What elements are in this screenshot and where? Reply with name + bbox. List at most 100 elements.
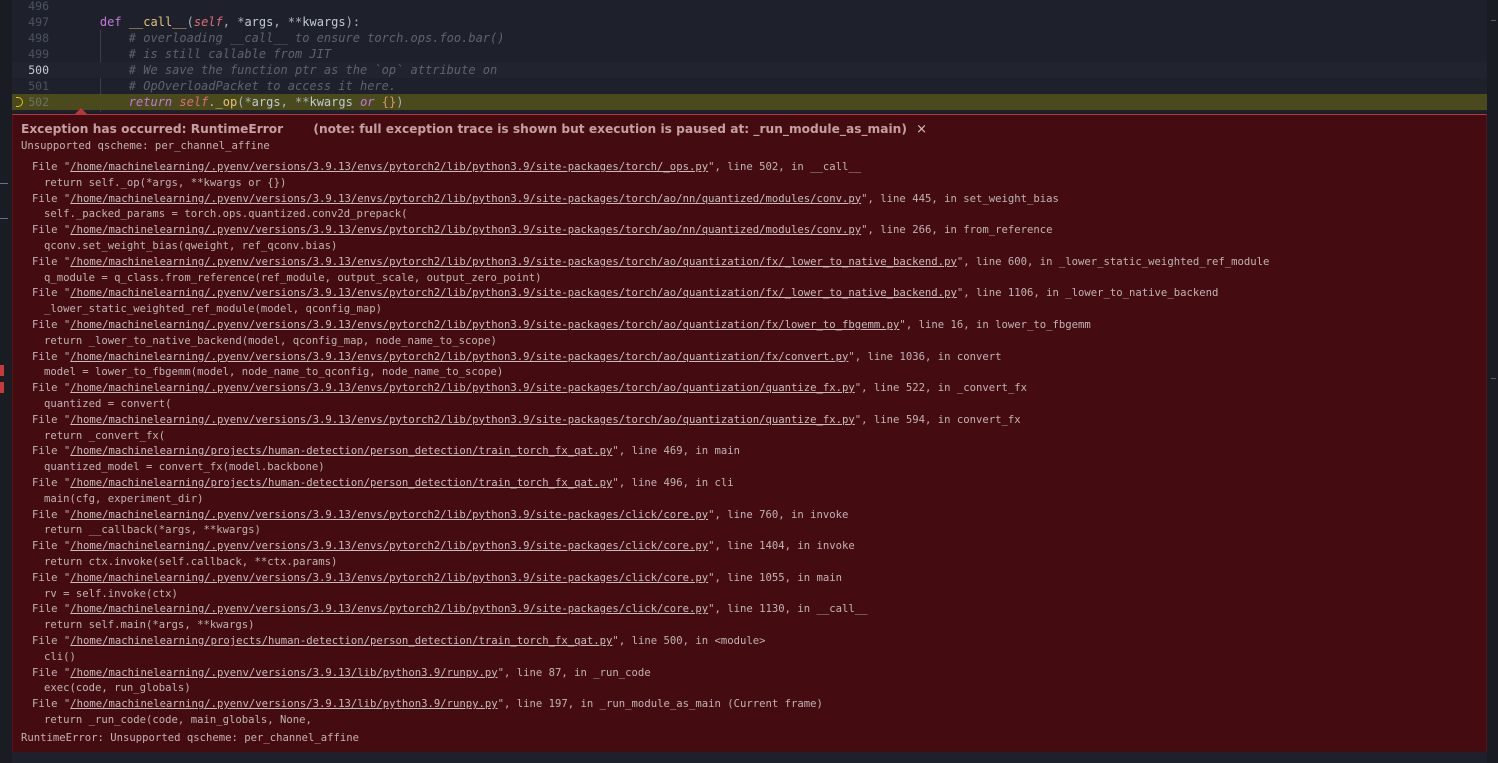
trace-prefix: File "	[32, 318, 71, 331]
code-line[interactable]: 496	[12, 0, 1487, 14]
code-token: # OpOverloadPacket to access it here.	[71, 79, 397, 93]
activity-bar-edge	[0, 0, 12, 763]
trace-prefix: File "	[32, 255, 71, 268]
trace-file-link[interactable]: /home/machinelearning/.pyenv/versions/3.…	[70, 540, 708, 552]
trace-file-link[interactable]: /home/machinelearning/projects/human-det…	[70, 445, 612, 457]
trace-code-line: rv = self.invoke(ctx)	[44, 587, 178, 600]
trace-frame-header: File "/home/machinelearning/.pyenv/versi…	[32, 539, 1269, 555]
trace-file-link[interactable]: /home/machinelearning/projects/human-det…	[70, 635, 612, 647]
trace-prefix: File "	[32, 413, 71, 426]
trace-location: , line 197, in _run_module_as_main (Curr…	[504, 698, 823, 711]
trace-frame-header: File "/home/machinelearning/.pyenv/versi…	[32, 318, 1269, 334]
trace-code-line: cli()	[44, 650, 76, 663]
exception-note: (note: full exception trace is shown but…	[313, 122, 907, 136]
trace-location: , line 469, in main	[618, 445, 740, 458]
code-line[interactable]: 501 # OpOverloadPacket to access it here…	[12, 78, 1487, 94]
code-token: kwargs	[309, 95, 353, 109]
line-number: 498	[28, 31, 49, 45]
error-marker	[0, 382, 4, 393]
trace-file-link[interactable]: /home/machinelearning/.pyenv/versions/3.…	[70, 414, 855, 426]
error-marker	[0, 365, 4, 376]
trace-location: , line 266, in from_reference	[867, 224, 1053, 237]
trace-frame-header: File "/home/machinelearning/projects/hum…	[32, 476, 1269, 492]
trace-file-link[interactable]: /home/machinelearning/.pyenv/versions/3.…	[70, 319, 899, 331]
code-token: # We save the function ptr as the `op` a…	[71, 63, 498, 77]
trace-frame-header: File "/home/machinelearning/.pyenv/versi…	[32, 350, 1269, 366]
trace-frame-header: File "/home/machinelearning/.pyenv/versi…	[32, 508, 1269, 524]
exception-title: Exception has occurred: RuntimeError	[21, 122, 284, 136]
trace-file-link[interactable]: /home/machinelearning/.pyenv/versions/3.…	[70, 287, 957, 299]
code-line[interactable]: 500 # We save the function ptr as the `o…	[12, 62, 1487, 78]
line-number: 501	[28, 79, 49, 93]
code-line[interactable]: 497 def __call__(self, *args, **kwargs):	[12, 14, 1487, 30]
trace-file-link[interactable]: /home/machinelearning/.pyenv/versions/3.…	[70, 603, 708, 615]
trace-frame-header: File "/home/machinelearning/.pyenv/versi…	[32, 223, 1269, 239]
code-token: return	[128, 95, 173, 109]
overview-ruler[interactable]	[1487, 0, 1498, 763]
line-number: 496	[28, 0, 49, 13]
trace-location: , line 1130, in __call__	[714, 603, 868, 616]
trace-file-link[interactable]: /home/machinelearning/.pyenv/versions/3.…	[70, 382, 855, 394]
trace-file-link[interactable]: /home/machinelearning/.pyenv/versions/3.…	[70, 193, 861, 205]
trace-file-link[interactable]: /home/machinelearning/.pyenv/versions/3.…	[70, 698, 497, 710]
trace-location: , line 502, in __call__	[714, 161, 862, 173]
trace-code-line: quantized = convert(	[44, 397, 172, 410]
code-editor[interactable]: 496 497 def __call__(self, *args, **kwarg…	[12, 0, 1487, 112]
code-token: args	[244, 15, 274, 29]
exception-message: Unsupported qscheme: per_channel_affine	[21, 140, 270, 152]
trace-code-line: self._packed_params = torch.ops.quantize…	[44, 208, 408, 221]
trace-frame-header: File "/home/machinelearning/projects/hum…	[32, 444, 1269, 460]
trace-location: , line 1036, in convert	[854, 350, 1002, 363]
trace-file-link[interactable]: /home/machinelearning/.pyenv/versions/3.…	[70, 161, 708, 173]
trace-prefix: File "	[32, 571, 71, 584]
trace-code-line: return _lower_to_native_backend(model, q…	[44, 334, 497, 347]
code-text: # is still callable from JIT	[71, 46, 331, 62]
code-token: {}	[381, 95, 397, 109]
trace-file-link[interactable]: /home/machinelearning/.pyenv/versions/3.…	[70, 572, 708, 584]
trace-location: , line 1055, in main	[714, 571, 843, 584]
code-token: (	[186, 15, 194, 29]
trace-frame-header: File "/home/machinelearning/.pyenv/versi…	[32, 666, 1269, 682]
trace-frame-header: File "/home/machinelearning/.pyenv/versi…	[32, 571, 1269, 587]
code-token: # overloading __call__ to ensure torch.o…	[71, 31, 505, 45]
trace-frame-header: File "/home/machinelearning/.pyenv/versi…	[32, 602, 1269, 618]
trace-file-link[interactable]: /home/machinelearning/.pyenv/versions/3.…	[70, 256, 957, 268]
line-number: 497	[28, 15, 49, 29]
trace-frame-header: File "/home/machinelearning/.pyenv/versi…	[32, 192, 1269, 208]
line-number: 500	[28, 63, 49, 77]
code-line[interactable]: 499 # is still callable from JIT	[12, 46, 1487, 62]
trace-frame-header: File "/home/machinelearning/.pyenv/versi…	[32, 160, 1269, 176]
trace-file-link[interactable]: /home/machinelearning/.pyenv/versions/3.…	[70, 351, 848, 363]
ruler-mark	[1491, 20, 1496, 21]
trace-file-link[interactable]: /home/machinelearning/.pyenv/versions/3.…	[70, 509, 708, 521]
code-line[interactable]: 502 return self._op(*args, **kwargs or {…	[12, 94, 1487, 110]
trace-file-link[interactable]: /home/machinelearning/projects/human-det…	[70, 477, 612, 489]
trace-file-link[interactable]: /home/machinelearning/.pyenv/versions/3.…	[70, 224, 861, 236]
trace-file-link[interactable]: /home/machinelearning/.pyenv/versions/3.…	[70, 667, 497, 679]
trace-prefix: File "	[32, 603, 71, 616]
line-number: 499	[28, 47, 49, 61]
exception-pointer	[74, 108, 88, 115]
trace-location: , line 1404, in invoke	[714, 540, 855, 553]
close-icon[interactable]: ×	[916, 122, 927, 138]
code-text: # We save the function ptr as the `op` a…	[71, 62, 497, 78]
trace-code-line: return _run_code(code, main_globals, Non…	[44, 713, 312, 726]
trace-code-line: qconv.set_weight_bias(qweight, ref_qconv…	[44, 239, 338, 252]
code-token: self	[193, 15, 223, 29]
code-token: _op	[215, 95, 238, 109]
trace-location: , line 445, in set_weight_bias	[867, 192, 1059, 205]
code-token: kwargs	[302, 15, 346, 29]
trace-frame-header: File "/home/machinelearning/.pyenv/versi…	[32, 697, 1269, 713]
code-line[interactable]: 498 # overloading __call__ to ensure tor…	[12, 30, 1487, 46]
editor-continuation	[12, 752, 1487, 763]
code-token: )	[396, 95, 404, 109]
trace-prefix: File "	[32, 508, 71, 521]
trace-location: , line 1106, in _lower_to_native_backend	[963, 287, 1219, 300]
trace-prefix: File "	[32, 287, 71, 300]
trace-frame-header: File "/home/machinelearning/projects/hum…	[32, 634, 1269, 650]
trace-frame-header: File "/home/machinelearning/.pyenv/versi…	[32, 381, 1269, 397]
